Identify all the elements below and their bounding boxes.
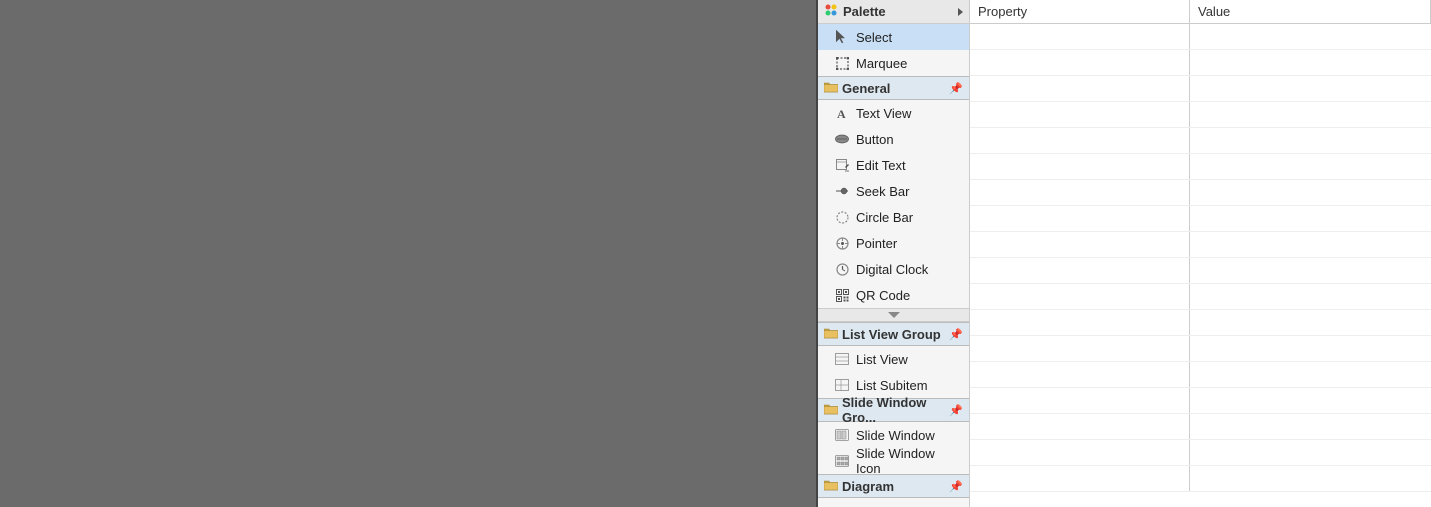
prop-row	[970, 206, 1431, 232]
prop-row	[970, 414, 1431, 440]
circle-icon	[834, 209, 850, 225]
canvas-area[interactable]	[0, 0, 818, 507]
folder-icon-diagram	[824, 479, 838, 494]
qr-icon	[834, 287, 850, 303]
list-sub-icon	[834, 377, 850, 393]
edit-icon	[834, 157, 850, 173]
prop-row	[970, 440, 1431, 466]
select-label: Select	[856, 30, 892, 45]
list-view-label: List View	[856, 352, 908, 367]
digital-clock-label: Digital Clock	[856, 262, 928, 277]
group-general[interactable]: General 📌	[818, 76, 969, 100]
palette-header-label: Palette	[843, 4, 886, 19]
prop-row	[970, 76, 1431, 102]
seek-bar-label: Seek Bar	[856, 184, 909, 199]
folder-icon-list	[824, 327, 838, 342]
palette-item-list-view[interactable]: List View	[818, 346, 969, 372]
palette-header[interactable]: Palette	[818, 0, 969, 24]
circle-bar-label: Circle Bar	[856, 210, 913, 225]
prop-row	[970, 284, 1431, 310]
prop-row	[970, 258, 1431, 284]
prop-row	[970, 24, 1431, 50]
prop-row	[970, 180, 1431, 206]
palette-item-marquee[interactable]: Marquee	[818, 50, 969, 76]
pointer-label: Pointer	[856, 236, 897, 251]
folder-icon-general	[824, 81, 838, 96]
list-subitem-label: List Subitem	[856, 378, 928, 393]
palette-item-slide-window[interactable]: Slide Window	[818, 422, 969, 448]
palette-item-slide-window-icon[interactable]: Slide Window Icon	[818, 448, 969, 474]
slide-window-icon-label: Slide Window Icon	[856, 446, 961, 476]
slide-window-icon-icon	[834, 453, 850, 469]
group-diagram[interactable]: Diagram 📌	[818, 474, 969, 498]
edit-text-label: Edit Text	[856, 158, 906, 173]
palette-item-seek-bar[interactable]: Seek Bar	[818, 178, 969, 204]
palette-item-digital-clock[interactable]: Digital Clock	[818, 256, 969, 282]
svg-text:A: A	[837, 107, 846, 120]
palette-icon	[824, 3, 838, 20]
palette-panel: Palette Select Marquee	[818, 0, 970, 507]
group-list-view[interactable]: List View Group 📌	[818, 322, 969, 346]
group-slide-label: Slide Window Gro...	[842, 395, 949, 425]
button-label: Button	[856, 132, 894, 147]
text-icon: A	[834, 105, 850, 121]
marquee-icon	[834, 55, 850, 71]
text-view-label: Text View	[856, 106, 911, 121]
property-col-header: Property	[970, 0, 1190, 23]
prop-row	[970, 232, 1431, 258]
list-icon	[834, 351, 850, 367]
prop-row	[970, 102, 1431, 128]
prop-row	[970, 362, 1431, 388]
group-list-label: List View Group	[842, 327, 941, 342]
value-col-header: Value	[1190, 0, 1431, 23]
prop-row	[970, 154, 1431, 180]
palette-arrow-icon	[958, 4, 963, 19]
palette-item-button[interactable]: Button	[818, 126, 969, 152]
clock-icon	[834, 261, 850, 277]
palette-item-text-view[interactable]: A Text View	[818, 100, 969, 126]
pin-icon-list: 📌	[949, 328, 963, 341]
prop-row	[970, 336, 1431, 362]
group-general-label: General	[842, 81, 890, 96]
properties-rows	[970, 24, 1431, 507]
qr-code-label: QR Code	[856, 288, 910, 303]
palette-item-select[interactable]: Select	[818, 24, 969, 50]
palette-item-edit-text[interactable]: Edit Text	[818, 152, 969, 178]
marquee-label: Marquee	[856, 56, 907, 71]
seekbar-icon	[834, 183, 850, 199]
scroll-indicator[interactable]	[818, 308, 969, 322]
folder-icon-slide	[824, 403, 838, 418]
prop-row	[970, 310, 1431, 336]
slide-icon	[834, 427, 850, 443]
prop-row	[970, 50, 1431, 76]
prop-row	[970, 466, 1431, 492]
palette-item-pointer[interactable]: Pointer	[818, 230, 969, 256]
cursor-icon	[834, 29, 850, 45]
palette-item-circle-bar[interactable]: Circle Bar	[818, 204, 969, 230]
group-diagram-label: Diagram	[842, 479, 894, 494]
properties-header: Property Value	[970, 0, 1431, 24]
palette-item-qr-code[interactable]: QR Code	[818, 282, 969, 308]
pin-icon-general: 📌	[949, 82, 963, 95]
properties-panel: Property Value	[970, 0, 1431, 507]
pin-icon-slide: 📌	[949, 404, 963, 417]
prop-row	[970, 388, 1431, 414]
group-slide-window[interactable]: Slide Window Gro... 📌	[818, 398, 969, 422]
prop-row	[970, 128, 1431, 154]
pin-icon-diagram: 📌	[949, 480, 963, 493]
pointer-icon	[834, 235, 850, 251]
slide-window-label: Slide Window	[856, 428, 935, 443]
button-icon	[834, 131, 850, 147]
